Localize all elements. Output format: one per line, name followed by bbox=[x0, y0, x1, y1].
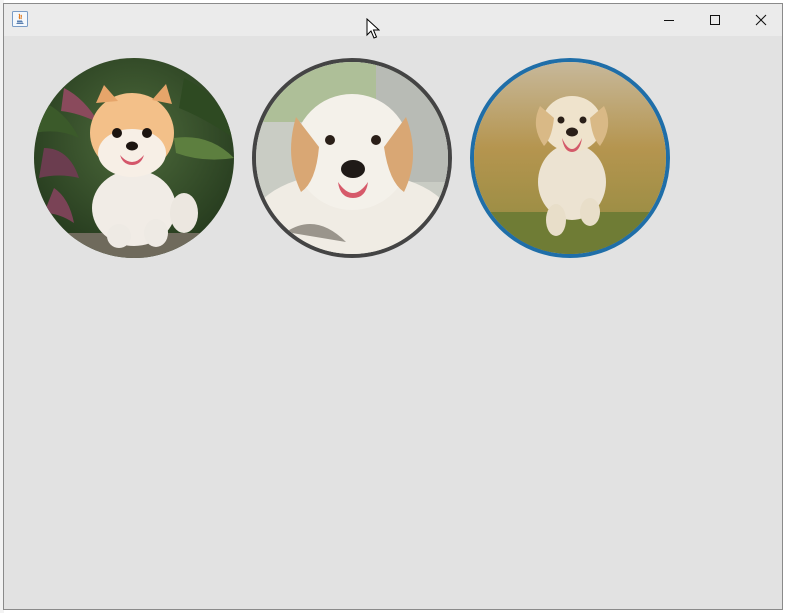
mouse-cursor-icon bbox=[366, 18, 380, 39]
pomeranian-photo bbox=[34, 58, 234, 258]
app-window bbox=[3, 3, 783, 610]
golden-retriever-lying-photo bbox=[256, 62, 448, 254]
title-bar[interactable] bbox=[4, 4, 782, 36]
golden-retriever-running-photo bbox=[474, 62, 666, 254]
close-icon bbox=[755, 14, 767, 26]
avatar-golden-retriever-running[interactable] bbox=[470, 58, 670, 258]
maximize-button[interactable] bbox=[692, 4, 738, 36]
minimize-icon bbox=[664, 20, 674, 21]
minimize-button[interactable] bbox=[646, 4, 692, 36]
avatar-golden-retriever-lying[interactable] bbox=[252, 58, 452, 258]
content-panel bbox=[4, 36, 782, 609]
avatar-pomeranian[interactable] bbox=[34, 58, 234, 258]
close-button[interactable] bbox=[738, 4, 784, 36]
maximize-icon bbox=[710, 15, 720, 25]
java-app-icon[interactable] bbox=[12, 11, 28, 27]
